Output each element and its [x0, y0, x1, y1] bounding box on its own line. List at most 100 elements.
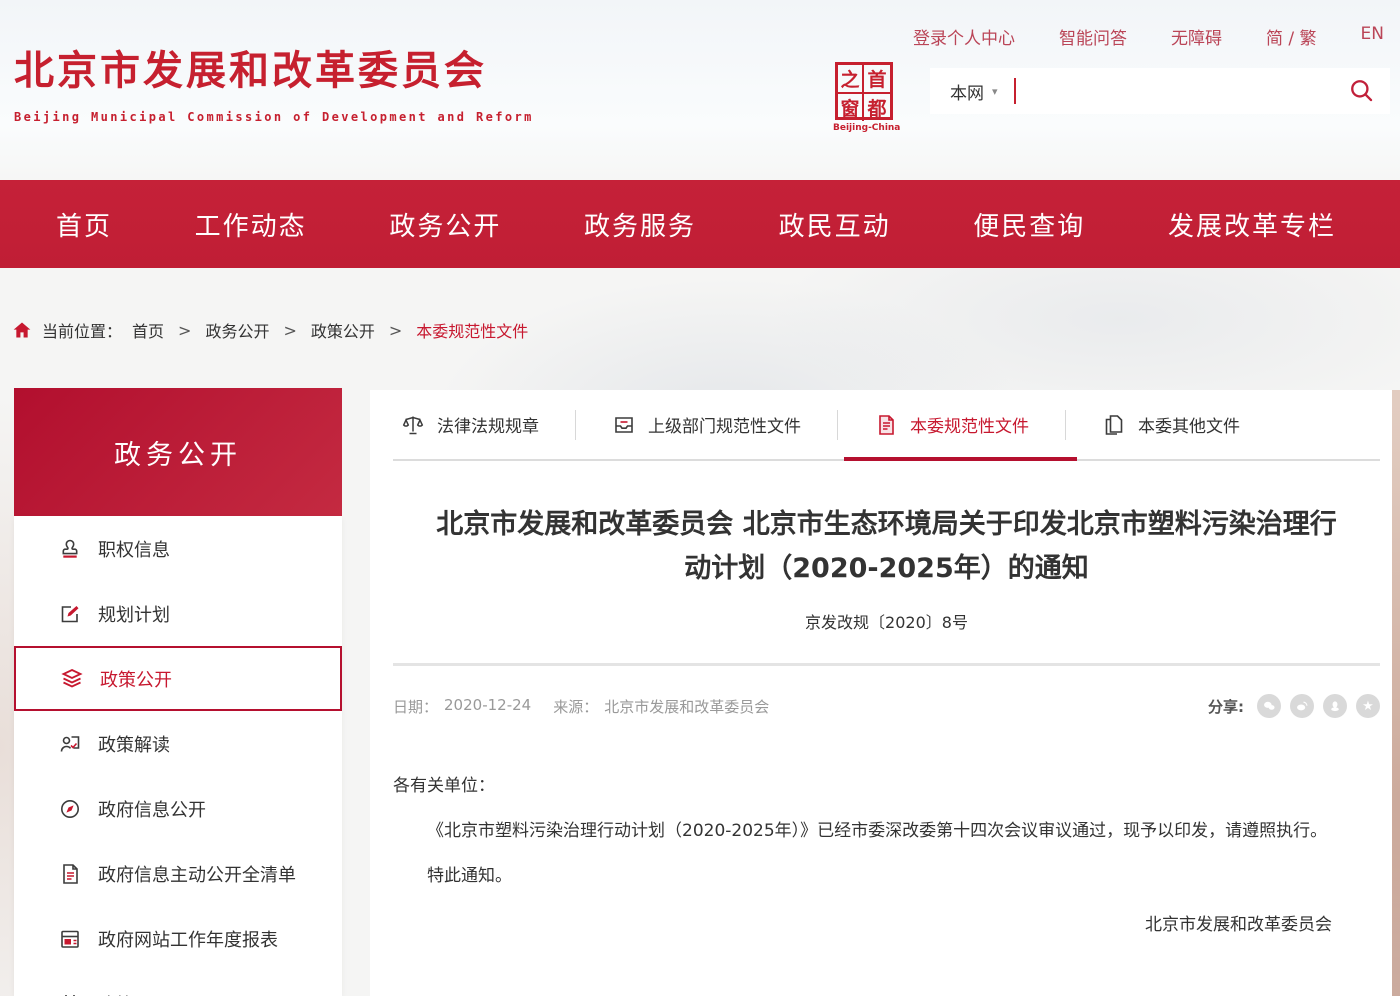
breadcrumb: 当前位置： 首页 > 政务公开 > 政策公开 > 本委规范性文件: [12, 318, 528, 342]
sidebar-title-text: 政务公开: [114, 433, 242, 472]
simplified-traditional-toggle[interactable]: 简 / 繁: [1266, 24, 1317, 49]
search-input[interactable]: [1026, 82, 1346, 100]
tab-laws-regulations[interactable]: 法律法规规章: [393, 390, 547, 459]
compass-icon: [58, 797, 82, 821]
divider: [393, 663, 1380, 666]
search-icon: [1347, 76, 1375, 104]
tab-superior-normative-docs[interactable]: 上级部门规范性文件: [604, 390, 809, 459]
tab-commission-other-docs[interactable]: 本委其他文件: [1094, 390, 1248, 459]
tab-label: 本委其他文件: [1138, 412, 1240, 437]
english-link[interactable]: EN: [1361, 24, 1384, 49]
tab-label: 法律法规规章: [437, 412, 539, 437]
sidebar-item-decision-catalog[interactable]: 决策目录: [14, 971, 342, 996]
capital-window-seal[interactable]: 之 首 窗 都 Beijing-China: [833, 62, 895, 133]
sidebar-item-label: 职权信息: [98, 536, 170, 562]
breadcrumb-separator: >: [283, 321, 296, 340]
sidebar-item-gov-info-disclosure[interactable]: 政府信息公开: [14, 776, 342, 841]
search-scope-dropdown[interactable]: 本网 ▾: [950, 79, 998, 104]
nav-item-reform-column[interactable]: 发展改革专栏: [1168, 206, 1336, 243]
search-button[interactable]: [1346, 76, 1376, 106]
nav-item-convenient-query[interactable]: 便民查询: [973, 206, 1085, 243]
date-value: 2020-12-24: [444, 696, 531, 717]
sidebar-item-label: 决策目录: [98, 991, 170, 996]
sidebar-item-proactive-disclosure-list[interactable]: 政府信息主动公开全清单: [14, 841, 342, 906]
seal-char: 窗: [838, 94, 864, 121]
tab-divider: [1065, 410, 1066, 440]
sidebar-item-label: 规划计划: [98, 601, 170, 627]
sidebar-item-policy-disclosure[interactable]: 政策公开: [14, 646, 342, 711]
search-scope-label: 本网: [950, 79, 984, 104]
article-meta: 日期： 2020-12-24 来源： 北京市发展和改革委员会 分享: ★: [393, 694, 1380, 718]
nav-item-gov-disclosure[interactable]: 政务公开: [389, 206, 501, 243]
date-label: 日期：: [393, 696, 438, 717]
nav-item-home[interactable]: 首页: [56, 206, 112, 243]
chevron-down-icon: ▾: [992, 85, 998, 98]
breadcrumb-home[interactable]: 首页: [132, 318, 164, 342]
breadcrumb-label: 当前位置：: [42, 318, 122, 342]
share-bar: 分享: ★: [1208, 694, 1380, 718]
tab-commission-normative-docs[interactable]: 本委规范性文件: [866, 390, 1037, 459]
paragraph-1: 《北京市塑料污染治理行动计划（2020-2025年）》已经市委深改委第十四次会议…: [393, 809, 1332, 854]
document-red-icon: [874, 413, 898, 437]
nav-item-work-updates[interactable]: 工作动态: [195, 206, 307, 243]
share-weibo-icon[interactable]: [1290, 694, 1314, 718]
home-icon: [12, 320, 32, 340]
inbox-icon: [612, 413, 636, 437]
share-label: 分享:: [1208, 696, 1244, 717]
site-subtitle: Beijing Municipal Commission of Developm…: [14, 110, 534, 124]
sidebar-item-policy-interpretation[interactable]: 政策解读: [14, 711, 342, 776]
tab-divider: [575, 410, 576, 440]
seal-caption: Beijing-China: [833, 123, 895, 133]
sidebar-menu: 职权信息 规划计划 政策公开 政策解读: [14, 516, 342, 996]
smart-qa-link[interactable]: 智能问答: [1059, 24, 1127, 49]
paragraph-2: 特此通知。: [393, 854, 1332, 899]
files-icon: [1102, 413, 1126, 437]
sidebar-item-label: 政府网站工作年度报表: [98, 926, 278, 952]
content-tabs: 法律法规规章 上级部门规范性文件 本委规范性文件: [393, 390, 1380, 461]
date-source: 日期： 2020-12-24 来源： 北京市发展和改革委员会: [393, 696, 769, 717]
tab-divider: [837, 410, 838, 440]
utility-links: 登录个人中心 智能问答 无障碍 简 / 繁 EN: [913, 24, 1384, 49]
site-title: 北京市发展和改革委员会: [14, 38, 534, 96]
salutation: 各有关单位：: [393, 764, 1332, 809]
sidebar-item-website-annual-report[interactable]: 政府网站工作年度报表: [14, 906, 342, 971]
share-qq-icon[interactable]: [1323, 694, 1347, 718]
calendar-report-icon: [58, 927, 82, 951]
sidebar-item-planning[interactable]: 规划计划: [14, 581, 342, 646]
seal-char: 之: [838, 65, 864, 94]
article-title: 北京市发展和改革委员会 北京市生态环境局关于印发北京市塑料污染治理行动计划（20…: [434, 503, 1339, 591]
source-value: 北京市发展和改革委员会: [604, 696, 769, 717]
tab-label: 本委规范性文件: [910, 412, 1029, 437]
person-search-icon: [58, 732, 82, 756]
sidebar-item-label: 政策公开: [100, 666, 172, 692]
article-body: 各有关单位： 《北京市塑料污染治理行动计划（2020-2025年）》已经市委深改…: [393, 764, 1380, 948]
breadcrumb-separator: >: [178, 321, 191, 340]
site-logo: 北京市发展和改革委员会 Beijing Municipal Commission…: [14, 38, 534, 124]
search-cursor-divider: [1014, 78, 1016, 104]
breadcrumb-separator: >: [389, 321, 402, 340]
breadcrumb-current: 本委规范性文件: [416, 318, 528, 342]
decision-catalog-icon: [58, 992, 82, 996]
accessibility-link[interactable]: 无障碍: [1171, 24, 1222, 49]
document-number: 京发改规〔2020〕8号: [393, 609, 1380, 633]
sidebar-item-authority-info[interactable]: 职权信息: [14, 516, 342, 581]
document-icon: [58, 862, 82, 886]
background-watermark-strip: [1392, 390, 1400, 996]
sidebar: 政务公开 职权信息 规划计划 政策公开: [14, 388, 342, 996]
tab-label: 上级部门规范性文件: [648, 412, 801, 437]
login-personal-center-link[interactable]: 登录个人中心: [913, 24, 1015, 49]
sidebar-item-label: 政府信息主动公开全清单: [98, 861, 296, 887]
seal-char: 首: [864, 65, 890, 94]
sidebar-title: 政务公开: [14, 388, 342, 516]
share-favorite-icon[interactable]: ★: [1356, 694, 1380, 718]
search-bar: 本网 ▾: [930, 68, 1390, 114]
nav-item-gov-services[interactable]: 政务服务: [584, 206, 696, 243]
page: 北京市发展和改革委员会 Beijing Municipal Commission…: [0, 0, 1400, 996]
nav-item-public-interaction[interactable]: 政民互动: [779, 206, 891, 243]
breadcrumb-policy-disclosure[interactable]: 政策公开: [311, 318, 375, 342]
breadcrumb-gov-disclosure[interactable]: 政务公开: [205, 318, 269, 342]
signature: 北京市发展和改革委员会: [393, 903, 1332, 948]
sidebar-item-label: 政策解读: [98, 731, 170, 757]
edit-icon: [58, 602, 82, 626]
share-wechat-icon[interactable]: [1257, 694, 1281, 718]
